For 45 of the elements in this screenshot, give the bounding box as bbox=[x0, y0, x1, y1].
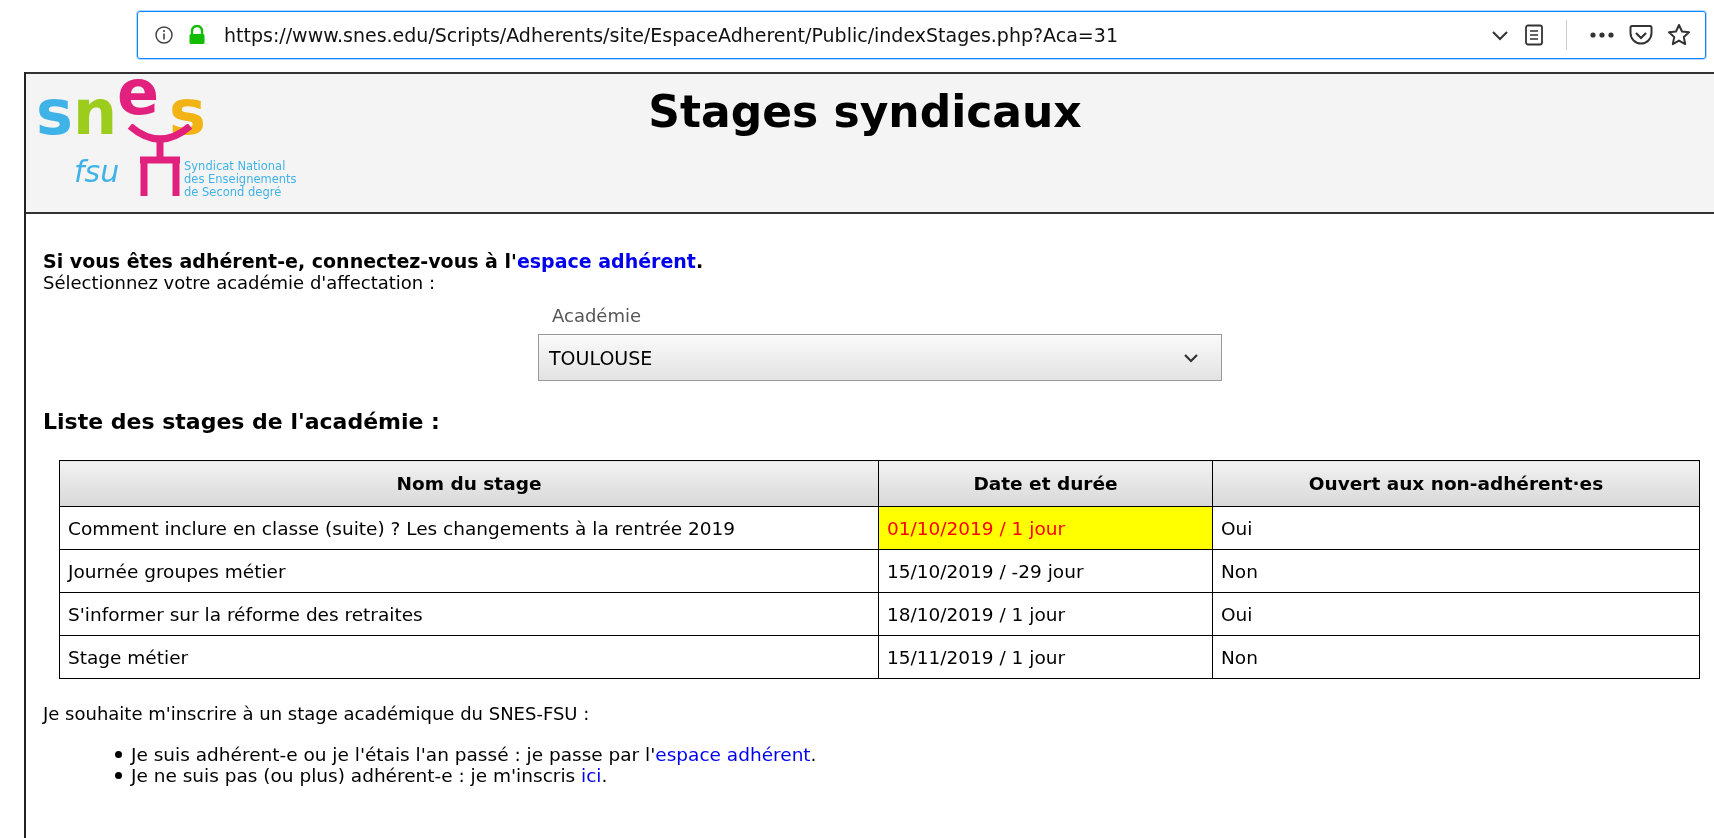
table-cell: Oui bbox=[1212, 506, 1700, 550]
logo-subtitle: fsu bbox=[74, 154, 120, 189]
info-icon[interactable] bbox=[154, 25, 174, 45]
logo-caption: de Second degré bbox=[184, 186, 282, 200]
register-option: Je ne suis pas (ou plus) adhérent-e : je m'inscris ici. bbox=[131, 765, 608, 786]
reader-view-icon[interactable] bbox=[1524, 24, 1544, 46]
chevron-down-icon bbox=[1183, 352, 1199, 363]
table-cell: 01/10/2019 / 1 jour bbox=[878, 506, 1213, 550]
logo-letter: s bbox=[36, 82, 73, 144]
column-header: Ouvert aux non-adhérent·es bbox=[1212, 460, 1700, 507]
address-bar[interactable]: https://www.snes.edu/Scripts/Adherents/site/EspaceAdherent/Public/indexStages.php?Aca=31 bbox=[137, 11, 1706, 59]
logo-caption: des Enseignements bbox=[184, 173, 297, 187]
more-icon[interactable] bbox=[1589, 31, 1615, 39]
url-text: https://www.snes.edu/Scripts/Adherents/site/EspaceAdherent/Public/indexStages.php?Aca=31 bbox=[224, 24, 1118, 46]
lock-icon[interactable] bbox=[188, 25, 206, 45]
column-header: Date et durée bbox=[878, 460, 1213, 507]
table-cell: 18/10/2019 / 1 jour bbox=[878, 592, 1213, 636]
member-area-link[interactable]: espace adhérent bbox=[516, 250, 696, 272]
table-cell: 15/10/2019 / -29 jour bbox=[878, 549, 1213, 593]
login-notice: Si vous êtes adhérent-e, connectez-vous à l'espace adhérent. bbox=[43, 250, 705, 272]
field-label: Académie bbox=[552, 305, 643, 326]
link[interactable]: espace adhérent bbox=[655, 744, 811, 765]
table-cell: Non bbox=[1212, 549, 1700, 593]
table-cell: S'informer sur la réforme des retraites bbox=[59, 592, 879, 636]
table-cell: Stage métier bbox=[59, 635, 879, 679]
page-title: Stages syndicaux bbox=[647, 86, 1083, 137]
star-icon[interactable] bbox=[1667, 23, 1691, 47]
table-cell: 15/11/2019 / 1 jour bbox=[878, 635, 1213, 679]
logo-letter: e bbox=[117, 62, 160, 131]
logo-caption: Syndicat National bbox=[184, 160, 286, 174]
section-heading: Liste des stages de l'académie : bbox=[43, 409, 441, 434]
register-option: Je suis adhérent-e ou je l'étais l'an passé : je passe par l'espace adhérent. bbox=[131, 744, 817, 765]
table-cell: Non bbox=[1212, 635, 1700, 679]
column-header: Nom du stage bbox=[59, 460, 879, 507]
logo-letter: n bbox=[72, 82, 118, 144]
academy-dropdown[interactable]: TOULOUSE bbox=[538, 334, 1222, 381]
table-cell: Oui bbox=[1212, 592, 1700, 636]
register-text: Je souhaite m'inscrire à un stage académique du SNES-FSU : bbox=[43, 703, 591, 724]
link[interactable]: ici bbox=[581, 765, 602, 786]
table-cell: Comment inclure en classe (suite) ? Les changements à la rentrée 2019 bbox=[59, 506, 879, 550]
select-prompt: Sélectionnez votre académie d'affectation : bbox=[43, 272, 437, 293]
table-cell: Journée groupes métier bbox=[59, 549, 879, 593]
pocket-icon[interactable] bbox=[1629, 24, 1653, 46]
bullet-icon bbox=[115, 772, 122, 779]
bullet-icon bbox=[115, 751, 122, 758]
